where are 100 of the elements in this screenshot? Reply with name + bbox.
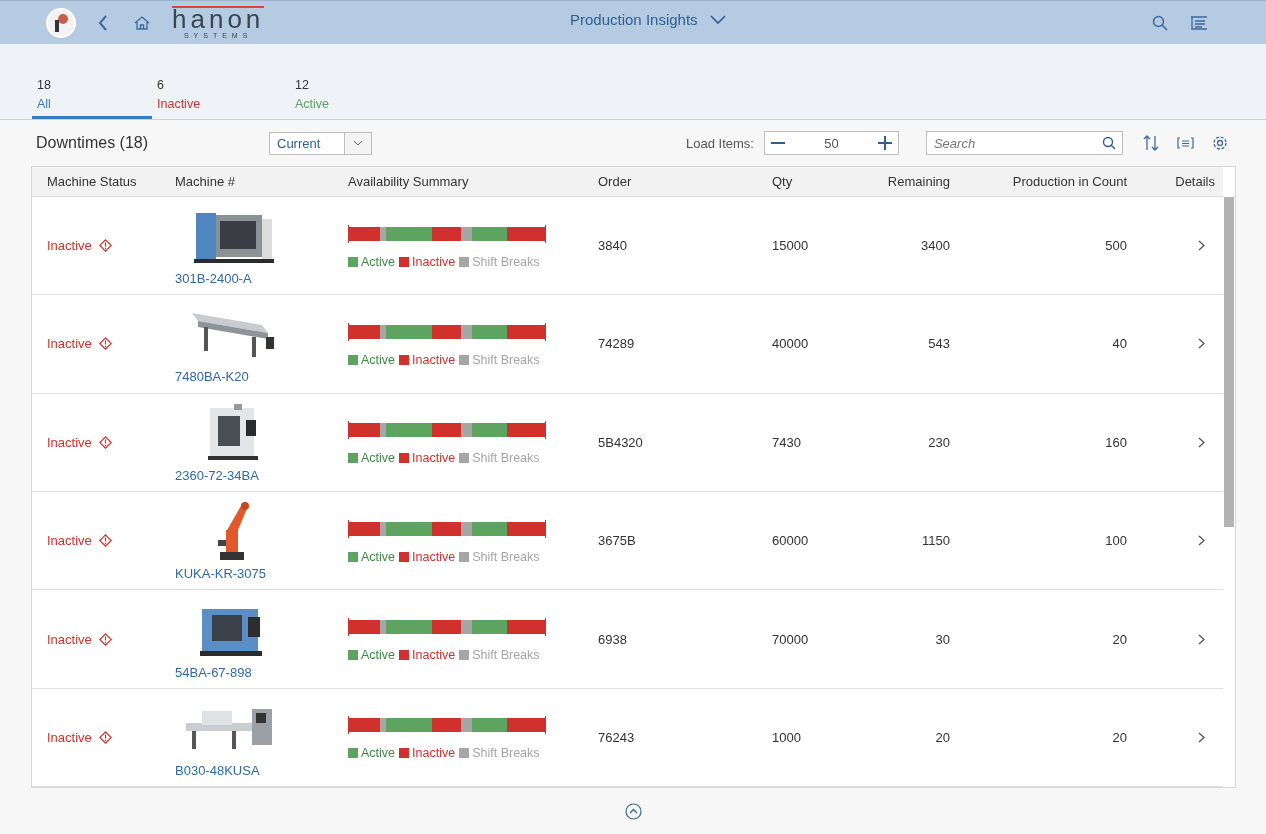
home-button[interactable] [134,14,150,31]
column-header: Qty [772,173,794,189]
scroll-to-top-button[interactable] [624,802,642,820]
status-text: Inactive [47,533,175,549]
details-chevron-icon[interactable] [1198,240,1205,252]
production-cell-text: 500 [1104,238,1127,254]
status-text: Inactive [47,336,175,352]
qty-cell-text: 1000 [772,729,802,745]
order-cell-text: 5B4320 [598,434,644,450]
status-text: Inactive [47,631,175,647]
production-cell-text: 100 [1104,533,1127,549]
status-text: Inactive [47,729,175,745]
production-cell-text: 40 [1111,336,1127,352]
table-row[interactable]: Inactive KUKA-KR-3075 Active Inactive Shift Breaks 3675B 60000 1150 100 [32,492,1223,591]
machine-link[interactable]: B030-48KUSA [175,762,260,778]
machine-link[interactable]: 2360-72-34BA [175,467,259,483]
table-row[interactable]: Inactive 2360-72-34BA Active Inactive Shift Breaks 5B4320 7430 230 160 [32,393,1223,492]
table-row[interactable]: Inactive B030-48KUSA Active Inactive Shift Breaks 76243 1000 20 20 [32,688,1223,787]
legend-item: Shift Breaks [459,746,540,761]
details-chevron-icon[interactable] [1198,338,1205,350]
search-icon[interactable] [1101,136,1116,150]
machine-link[interactable]: 301B-2400-A [175,271,252,287]
legend-item: Inactive [399,746,456,761]
warning-icon [98,632,112,646]
column-header: Availability Summary [348,173,470,189]
period-select[interactable]: Current [269,131,372,155]
load-items-label: Load Items: [686,135,754,151]
production-cell-text: 160 [1104,434,1127,450]
group-button[interactable] [1176,135,1194,151]
tab-count: 6 [157,78,165,92]
qty-cell-text: 40000 [772,336,810,352]
legend-item: Inactive [399,648,456,662]
plus-icon[interactable] [877,136,892,150]
column-header: Machine Status [47,173,138,189]
machine-link[interactable]: 54BA-67-898 [175,664,252,680]
settings-button[interactable] [1211,135,1228,151]
status-text: Inactive [47,434,175,450]
legend-item: Inactive [399,451,456,466]
column-header: Machine # [175,173,236,189]
warning-icon [98,239,112,253]
warning-icon [98,534,112,548]
legend-item: Active [348,746,396,761]
status-text: Inactive [47,238,175,254]
remaining-cell-text: 20 [934,729,950,745]
details-chevron-icon[interactable] [1198,731,1205,743]
app-title-menu[interactable]: Production Insights [570,11,726,28]
legend-item: Shift Breaks [459,352,540,367]
filter-tab[interactable]: 12 Active [290,78,410,119]
legend-item: Inactive [399,549,456,564]
tab-label: All [37,97,52,111]
machine-link[interactable]: KUKA-KR-3075 [175,566,267,582]
tab-count: 12 [295,78,310,92]
legend-item: Active [348,648,396,662]
table-row[interactable]: Inactive 54BA-67-898 Active Inactive Shift Breaks 6938 70000 30 20 [32,590,1223,689]
load-items-value: 50 [824,135,839,151]
production-cell-text: 20 [1111,631,1127,647]
scrollbar[interactable] [1224,197,1234,527]
remaining-cell-text: 230 [927,434,950,450]
qty-cell-text: 7430 [772,434,802,450]
details-chevron-icon[interactable] [1198,633,1205,645]
search-field[interactable]: Search [925,131,1123,155]
filter-tab[interactable]: 18 All [32,78,152,119]
legend-item: Active [348,549,396,564]
remaining-cell-text: 1150 [921,533,950,549]
qty-cell-text: 15000 [772,238,810,254]
remaining-cell-text: 3400 [920,238,950,254]
legend-item: Active [348,254,396,269]
details-chevron-icon[interactable] [1198,436,1205,448]
caret-icon [353,140,363,146]
legend-item: Shift Breaks [459,451,540,466]
tab-label: Inactive [157,97,202,111]
tab-label: Active [295,97,331,111]
column-header: Remaining [886,173,950,189]
load-items-stepper[interactable]: 50 [763,131,899,155]
legend-item: Inactive [399,352,456,367]
order-cell-text: 76243 [598,729,636,745]
sort-button[interactable] [1142,135,1159,151]
order-cell-text: 6938 [598,631,628,647]
remaining-cell-text: 543 [927,336,950,352]
details-chevron-icon[interactable] [1198,535,1205,547]
table-row[interactable]: Inactive 301B-2400-A Active Inactive Shift Breaks 3840 15000 3400 500 [32,196,1223,296]
machine-link[interactable]: 7480BA-K20 [175,369,249,385]
legend-item: Shift Breaks [459,549,540,564]
search-button[interactable] [1152,14,1168,31]
order-cell-text: 74289 [598,336,636,352]
chevron-down-icon [709,14,726,25]
production-cell-text: 20 [1111,729,1127,745]
qty-cell-text: 70000 [772,631,810,647]
table-title: Downtimes (18) [36,134,150,152]
column-header: Order [598,173,633,189]
column-header: Production in Count [1011,173,1127,189]
warning-icon [98,435,112,449]
filter-tab[interactable]: 6 Inactive [152,78,290,119]
warning-icon [98,337,112,351]
back-button[interactable] [98,14,108,31]
legend-item: Shift Breaks [459,254,540,269]
legend-item: Active [348,352,396,367]
order-cell-text: 3840 [598,238,628,254]
remaining-cell-text: 30 [934,631,950,647]
table-row[interactable]: Inactive 7480BA-K20 Active Inactive Shift Breaks 74289 40000 543 40 [32,295,1223,394]
